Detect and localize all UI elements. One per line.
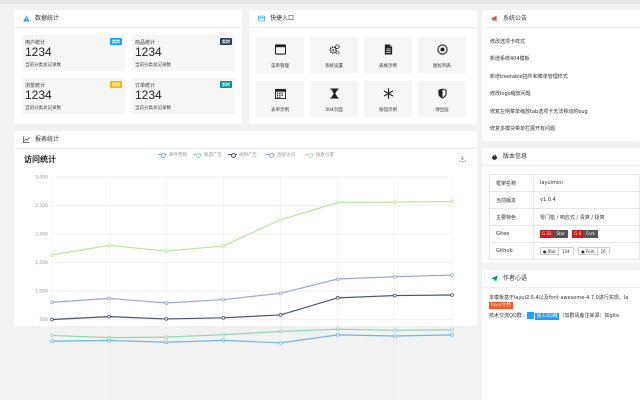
author-card: 作者心语 [482,270,640,400]
data-point[interactable] [107,243,111,248]
data-point[interactable] [107,335,111,340]
gitee-logo-icon: G [542,231,546,236]
author-intro: 本模板基于layui2.5.4以及font-awesome-4.7.0进行实现。… [489,295,629,301]
version-value: 零门槛 / 响应式 / 清爽 / 极简 [533,208,640,226]
table-row: 框架名称 layuimini [489,174,640,192]
layui-doc-tag[interactable]: layui文档 [489,302,513,309]
data-point[interactable] [221,315,226,320]
version-table: 框架名称 layuimini 当前版本 v1.0.4 主要特色 零门槛 / 响应式 /… [489,174,640,260]
data-point[interactable] [107,314,111,319]
github-fork-badge[interactable]: ● Fork 16 [578,247,610,256]
gitee-fork-label: Fork [583,230,598,238]
data-point[interactable] [164,317,169,321]
data-point[interactable] [278,217,283,222]
github-star-count: 134 [558,248,573,256]
gitee-logo-icon: G [574,231,578,236]
data-point[interactable] [335,327,340,331]
data-point[interactable] [393,293,397,298]
y-tick-label: 1,000 [35,289,48,295]
author-qq-line: 技术交流QQ群： 加入QQ群 （加群请备注来源：如gite [489,312,619,320]
version-key: Gitee [489,225,534,243]
version-card-header: 版本信息 [482,148,640,166]
version-key: 主要特色 [489,208,534,226]
data-point[interactable] [450,199,454,204]
data-point[interactable] [50,333,54,338]
data-point[interactable] [450,333,454,337]
version-value: layuimini [533,174,640,192]
data-point[interactable] [221,244,226,248]
data-point[interactable] [50,300,54,305]
join-qq-group-button[interactable]: 加入QQ群 [534,313,560,320]
data-point[interactable] [221,338,226,343]
data-point[interactable] [50,253,54,257]
data-point[interactable] [393,200,397,204]
version-value: v1.0.4 [533,191,640,209]
data-point[interactable] [393,328,397,333]
data-point[interactable] [450,327,454,332]
table-row: 当前版本 v1.0.4 [489,191,640,209]
data-point[interactable] [278,341,283,345]
data-point[interactable] [278,291,283,296]
version-card-title: 版本信息 [503,152,528,160]
y-tick-label: 1,500 [35,260,48,266]
y-tick-label: 2,500 [35,203,48,209]
table-row: Gitee G 31 Star G 6 Fork [489,225,640,243]
gitee-badges: G 31 Star G 6 Fork [533,225,640,243]
github-star-badge[interactable]: ● Star 134 [540,247,574,256]
data-point[interactable] [393,274,397,279]
data-point[interactable] [221,297,226,302]
data-point[interactable] [450,293,454,297]
data-point[interactable] [50,317,54,322]
github-badges: ● Star 134 ● Fork 16 [533,242,640,260]
author-card-title: 作者心语 [503,274,528,282]
github-fork-count: 16 [597,248,609,256]
paper-plane-icon [491,275,498,282]
data-point[interactable] [278,313,283,317]
data-point[interactable] [107,338,111,343]
version-key: Github [489,242,534,260]
series-line [51,200,453,256]
data-point[interactable] [164,340,169,345]
data-point[interactable] [278,329,283,334]
data-point[interactable] [335,277,340,281]
data-point[interactable] [335,333,340,337]
github-fork-label: Fork [586,249,595,254]
data-point[interactable] [221,332,226,337]
y-tick-label: 3,000 [35,175,48,181]
qq-prefix: 技术交流QQ群： [489,313,527,319]
gitee-star-label: Star [553,230,568,238]
data-point[interactable] [164,301,169,305]
github-star-label: Star [547,249,556,254]
data-point[interactable] [164,335,169,339]
data-point[interactable] [335,200,340,205]
data-point[interactable] [50,339,54,343]
data-point[interactable] [450,273,454,277]
gitee-star-badge[interactable]: G 31 Star [540,230,568,238]
series-line [51,334,453,344]
github-logo-icon: ● [543,249,547,254]
fire-icon [492,153,497,160]
gitee-fork-badge[interactable]: G 6 Fork [572,230,598,238]
table-row: 主要特色 零门槛 / 响应式 / 清爽 / 极简 [489,208,640,226]
author-card-header: 作者心语 [482,270,640,288]
qq-group-icon [526,312,534,319]
data-point[interactable] [393,334,397,338]
gitee-star-count: 31 [546,231,552,236]
github-logo-icon: ● [581,249,585,254]
version-key: 框架名称 [489,174,534,192]
author-doc-link[interactable]: layui文档 [489,302,513,309]
table-row: Github ● Star 134 ● Fork 16 [489,242,640,260]
data-point[interactable] [335,296,340,300]
qq-suffix: （加群请备注来源：如gite [559,313,620,319]
data-point[interactable] [164,249,169,253]
y-tick-label: 2,000 [35,232,48,238]
version-key: 当前版本 [489,191,534,209]
y-tick-label: 500 [39,317,48,323]
gitee-fork-count: 6 [578,231,582,236]
data-point[interactable] [107,296,111,301]
series-line [51,274,453,304]
